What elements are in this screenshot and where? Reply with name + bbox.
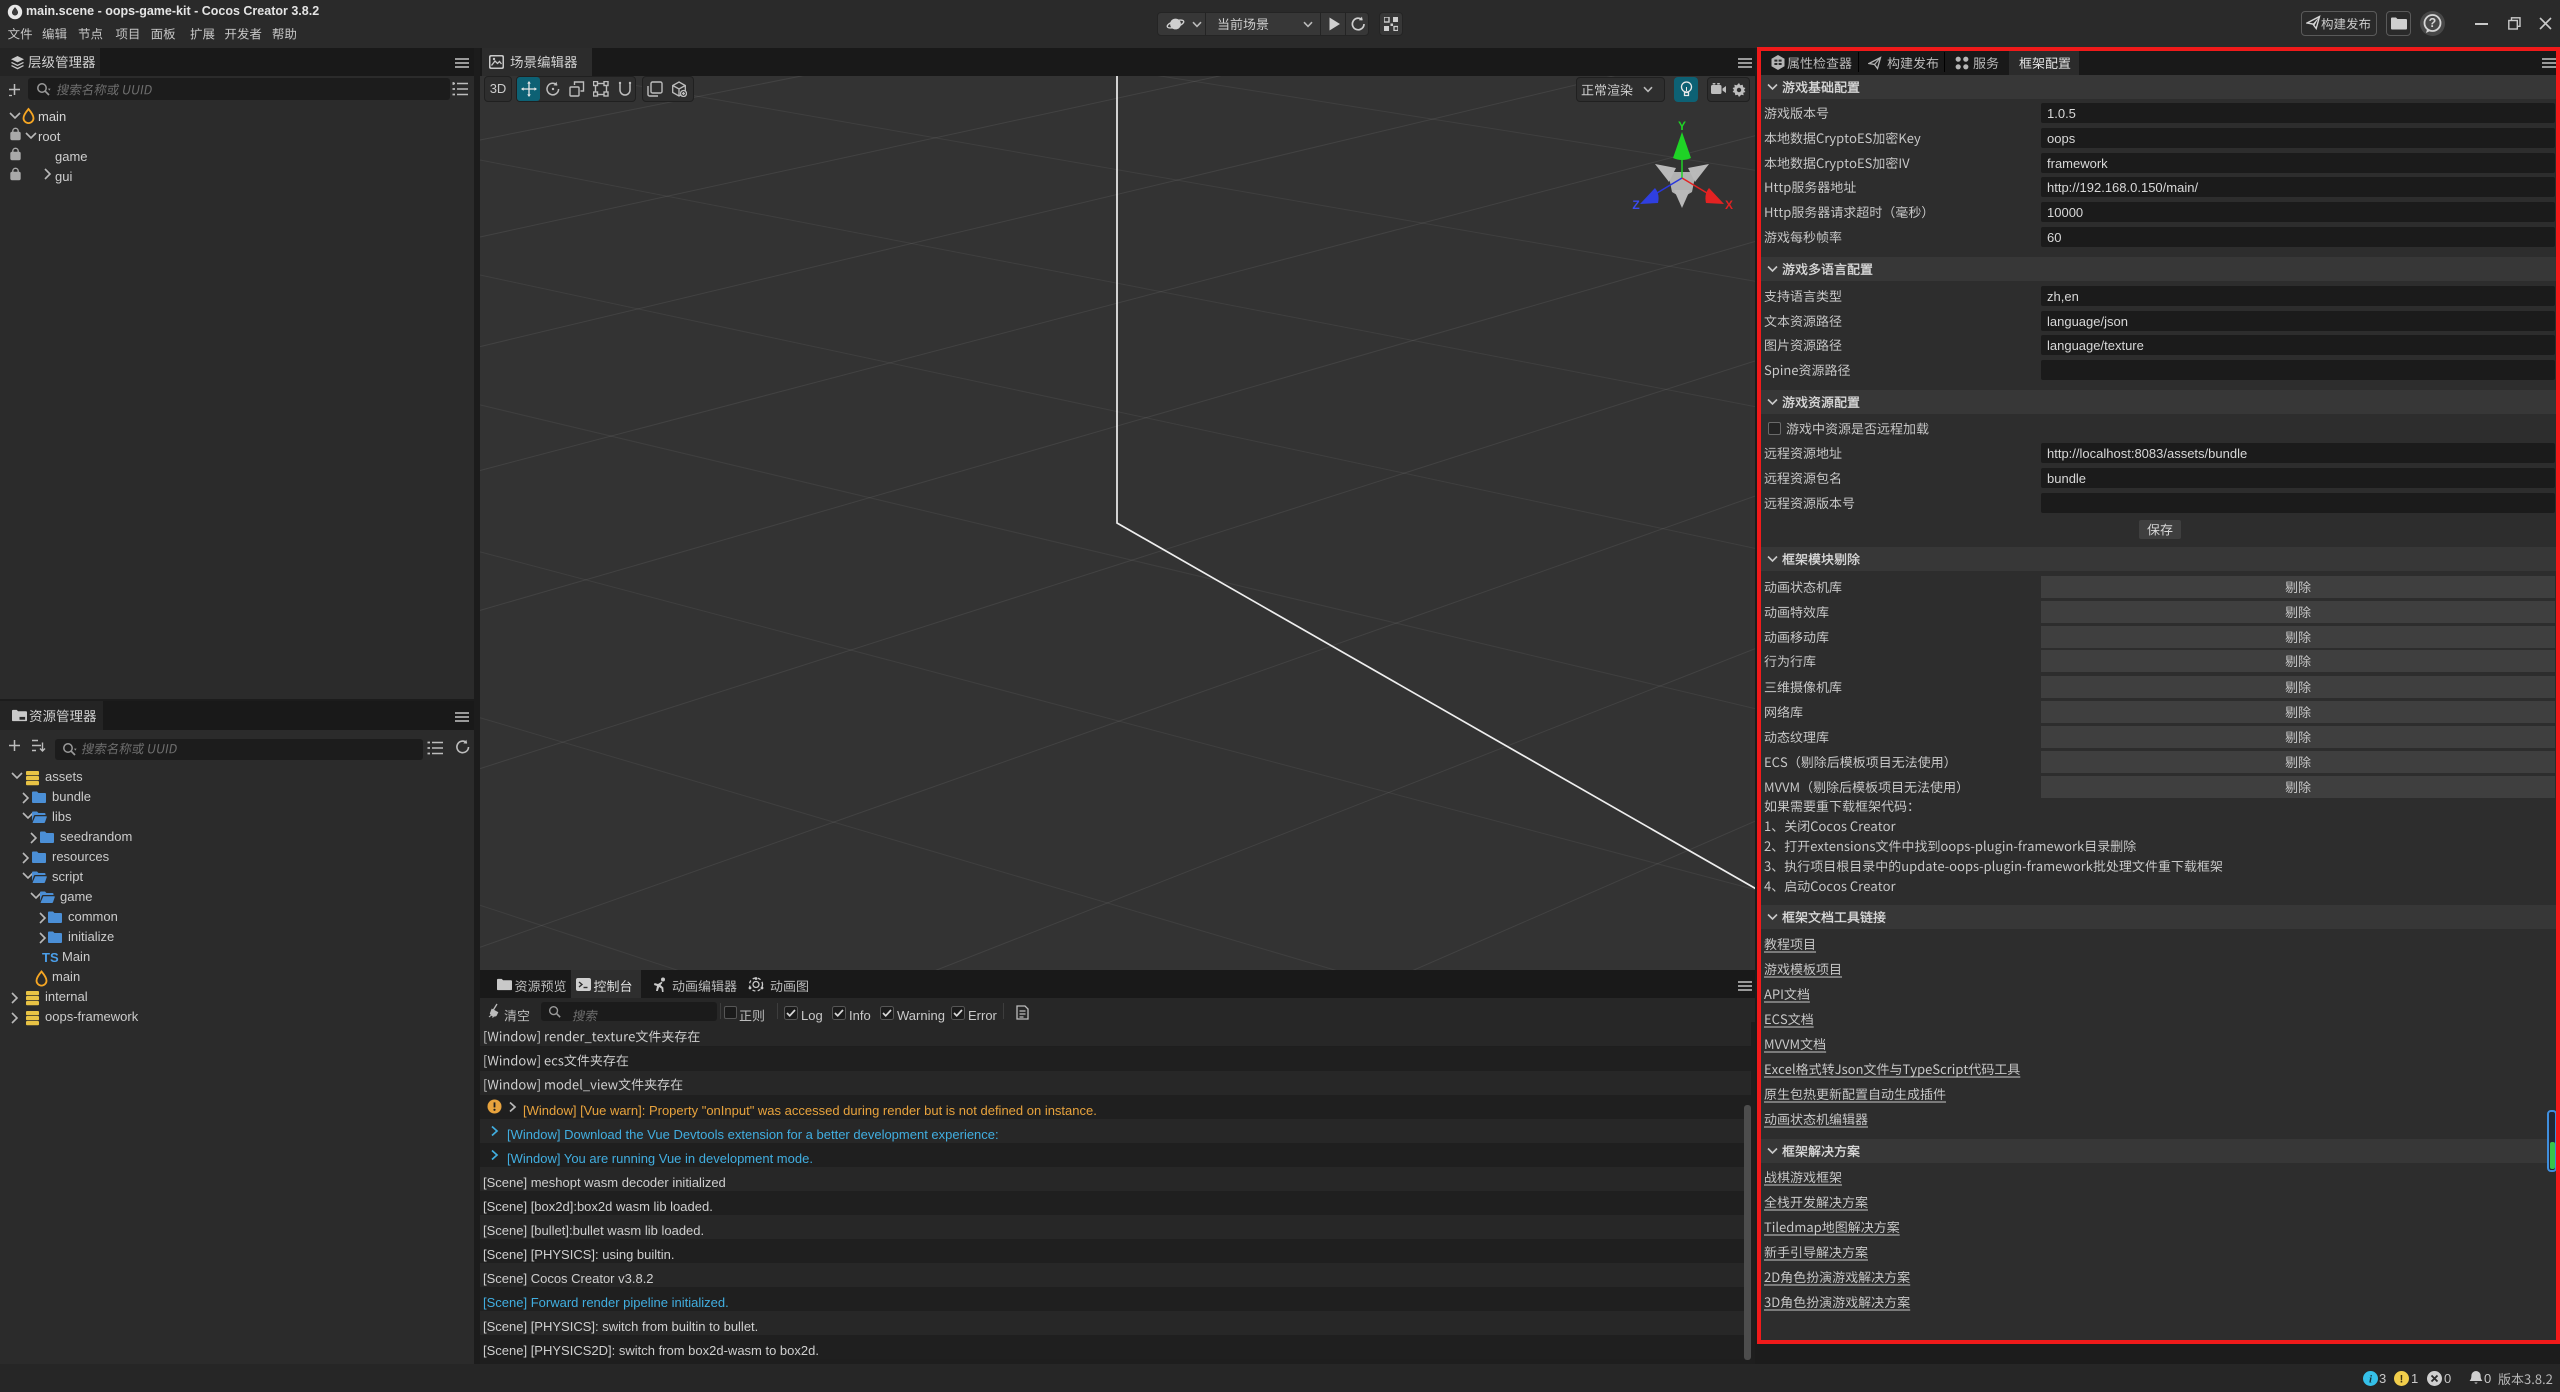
svg-text:Z: Z <box>1632 198 1639 212</box>
svg-text:X: X <box>1725 198 1733 212</box>
svg-text:Y: Y <box>1678 119 1686 133</box>
svg-text:?: ? <box>2429 16 2437 30</box>
svg-text:TS: TS <box>42 950 59 965</box>
svg-text:!: ! <box>2400 1374 2404 1386</box>
